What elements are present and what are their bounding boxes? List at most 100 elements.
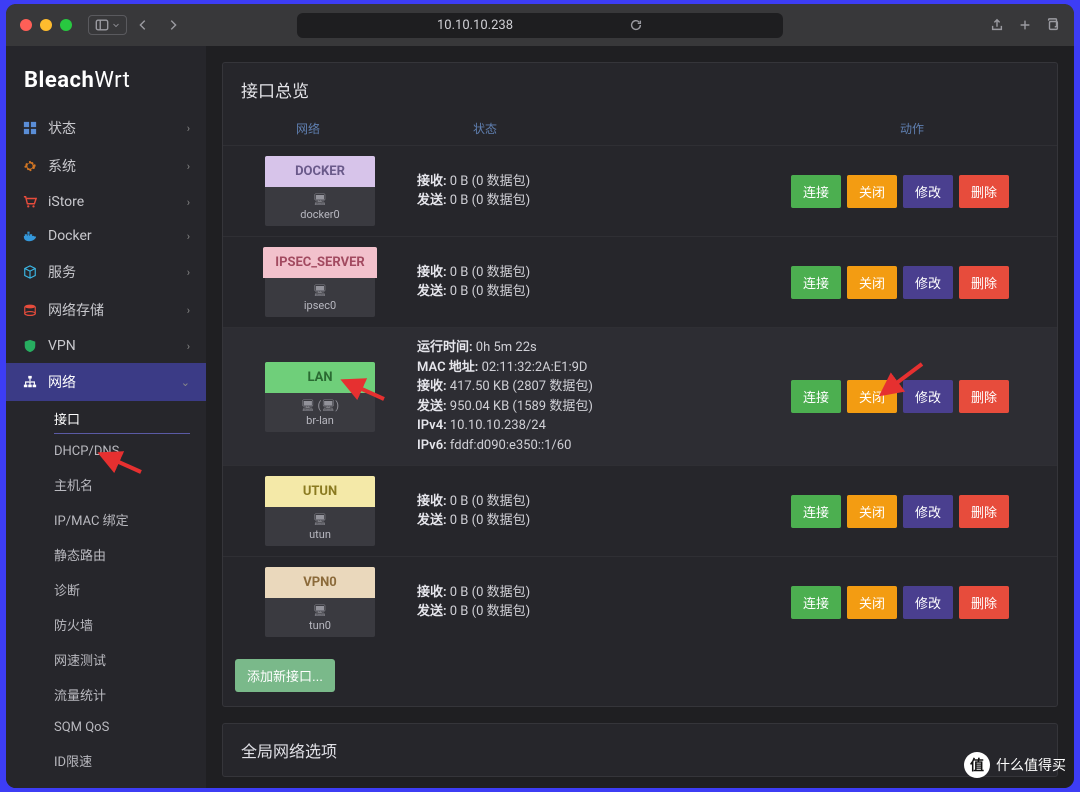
sidebar: BleachWrt 状态›系统›iStore›Docker›服务›网络存储›VP… <box>6 46 206 788</box>
network-col: UTUN 🖥utun <box>235 476 405 546</box>
sidebar-subitem[interactable]: 接口 <box>6 401 206 436</box>
chevron-right-icon: › <box>187 160 190 173</box>
forward-button[interactable] <box>159 13 187 37</box>
reload-icon[interactable] <box>629 18 643 32</box>
add-interface-button[interactable]: 添加新接口... <box>235 659 335 692</box>
col-network: 网络 <box>223 120 393 137</box>
tabs-icon[interactable] <box>1046 18 1060 32</box>
sidebar-item-docker[interactable]: Docker› <box>6 219 206 253</box>
sidebar-toggle-button[interactable] <box>88 15 127 35</box>
sidebar-subitem[interactable]: DHCP/DNS <box>6 436 206 467</box>
edit-button[interactable]: 修改 <box>903 175 953 208</box>
sidebar-item-grid[interactable]: 状态 › <box>6 109 206 147</box>
sidebar-subitem[interactable]: 静态路由 <box>6 537 206 572</box>
sidebar-item-label: 服务 <box>48 262 76 282</box>
interface-row: LAN 🖥 (🖥)br-lan 运行时间: 0h 5m 22sMAC 地址: 0… <box>223 327 1057 465</box>
new-tab-icon[interactable] <box>1018 18 1032 32</box>
sidebar-item-label: VPN <box>48 338 76 354</box>
delete-button[interactable]: 删除 <box>959 266 1009 299</box>
edit-button[interactable]: 修改 <box>903 586 953 619</box>
browser-window: 10.10.10.238 BleachWrt 状态›系统›iStore›Dock… <box>6 4 1074 788</box>
sidebar-subitem[interactable]: 流量统计 <box>6 677 206 712</box>
close-button[interactable]: 关闭 <box>847 266 897 299</box>
watermark-text: 什么值得买 <box>996 755 1066 775</box>
sidebar-subitem[interactable]: 主机名 <box>6 467 206 502</box>
sidebar-subitem[interactable]: 网速测试 <box>6 642 206 677</box>
sidebar-item-disk[interactable]: 网络存储› <box>6 291 206 329</box>
global-network-panel: 全局网络选项 <box>222 723 1058 777</box>
sidebar-item-cube[interactable]: 服务 › <box>6 253 206 291</box>
connect-button[interactable]: 连接 <box>791 495 841 528</box>
network-col: LAN 🖥 (🖥)br-lan <box>235 362 405 432</box>
actions-col: 连接 关闭 修改 删除 <box>755 586 1045 619</box>
status-col: 接收: 0 B (0 数据包)发送: 0 B (0 数据包) <box>405 583 755 622</box>
sidebar-item-cart[interactable]: iStore› <box>6 185 206 219</box>
sidebar-item-shield[interactable]: VPN › <box>6 329 206 363</box>
sidebar-subitem[interactable]: 防火墙 <box>6 607 206 642</box>
delete-button[interactable]: 删除 <box>959 495 1009 528</box>
chevron-right-icon: › <box>187 122 190 135</box>
cart-icon <box>22 194 38 210</box>
interface-badge: IPSEC_SERVER <box>263 247 376 278</box>
minimize-window-icon[interactable] <box>40 19 52 31</box>
sidebar-item-gear[interactable]: 系统› <box>6 147 206 185</box>
address-bar[interactable]: 10.10.10.238 <box>297 13 783 38</box>
sidebar-subitem[interactable]: SQM QoS <box>6 712 206 743</box>
edit-button[interactable]: 修改 <box>903 380 953 413</box>
interface-badge: VPN0 <box>265 567 375 598</box>
device-icon: 🖥 (🖥) <box>301 399 339 412</box>
connect-button[interactable]: 连接 <box>791 175 841 208</box>
address-text: 10.10.10.238 <box>437 18 513 33</box>
edit-button[interactable]: 修改 <box>903 495 953 528</box>
connect-button[interactable]: 连接 <box>791 266 841 299</box>
back-button[interactable] <box>129 13 157 37</box>
traffic-lights <box>20 19 72 31</box>
chevron-right-icon: › <box>187 196 190 209</box>
chevron-right-icon: › <box>187 340 190 353</box>
close-button[interactable]: 关闭 <box>847 380 897 413</box>
brand-logo: BleachWrt <box>6 46 206 109</box>
network-col: IPSEC_SERVER 🖥ipsec0 <box>235 247 405 317</box>
edit-button[interactable]: 修改 <box>903 266 953 299</box>
sidebar-item-label: 状态 <box>48 118 76 138</box>
delete-button[interactable]: 删除 <box>959 175 1009 208</box>
sidebar-subitem[interactable]: IP/MAC 绑定 <box>6 502 206 537</box>
connect-button[interactable]: 连接 <box>791 586 841 619</box>
close-button[interactable]: 关闭 <box>847 175 897 208</box>
titlebar: 10.10.10.238 <box>6 4 1074 46</box>
panel-title: 接口总览 <box>223 63 1057 114</box>
share-icon[interactable] <box>990 18 1004 32</box>
device-icon: 🖥 <box>313 284 327 297</box>
delete-button[interactable]: 删除 <box>959 586 1009 619</box>
close-button[interactable]: 关闭 <box>847 586 897 619</box>
actions-col: 连接 关闭 修改 删除 <box>755 266 1045 299</box>
interface-badge: UTUN <box>265 476 375 507</box>
sidebar-item-label: 网络存储 <box>48 300 104 320</box>
main-content: 接口总览 网络 状态 动作 DOCKER 🖥docker0 接收: 0 B (0… <box>206 46 1074 788</box>
device-icon: 🖥 <box>313 193 327 206</box>
sidebar-subitem[interactable]: ID限速 <box>6 743 206 778</box>
interfaces-panel: 接口总览 网络 状态 动作 DOCKER 🖥docker0 接收: 0 B (0… <box>222 62 1058 707</box>
sidebar-subitem[interactable]: 诊断 <box>6 572 206 607</box>
col-status: 状态 <box>393 120 767 137</box>
connect-button[interactable]: 连接 <box>791 380 841 413</box>
chevron-down-icon <box>112 18 120 32</box>
device-label: 🖥docker0 <box>265 187 375 226</box>
sidebar-item-sitemap[interactable]: 网络⌄ <box>6 363 206 401</box>
cube-icon <box>22 264 38 280</box>
close-button[interactable]: 关闭 <box>847 495 897 528</box>
sidebar-item-label: 网络 <box>48 372 76 392</box>
global-network-title: 全局网络选项 <box>241 738 1039 762</box>
maximize-window-icon[interactable] <box>60 19 72 31</box>
interface-badge: DOCKER <box>265 156 375 187</box>
close-window-icon[interactable] <box>20 19 32 31</box>
interface-badge: LAN <box>265 362 375 393</box>
device-label: 🖥ipsec0 <box>265 278 375 317</box>
watermark: 值 什么值得买 <box>964 752 1066 778</box>
chevron-right-icon: › <box>187 266 190 279</box>
sitemap-icon <box>22 374 38 390</box>
docker-icon <box>22 228 38 244</box>
delete-button[interactable]: 删除 <box>959 380 1009 413</box>
gear-icon <box>22 158 38 174</box>
device-label: 🖥utun <box>265 507 375 546</box>
